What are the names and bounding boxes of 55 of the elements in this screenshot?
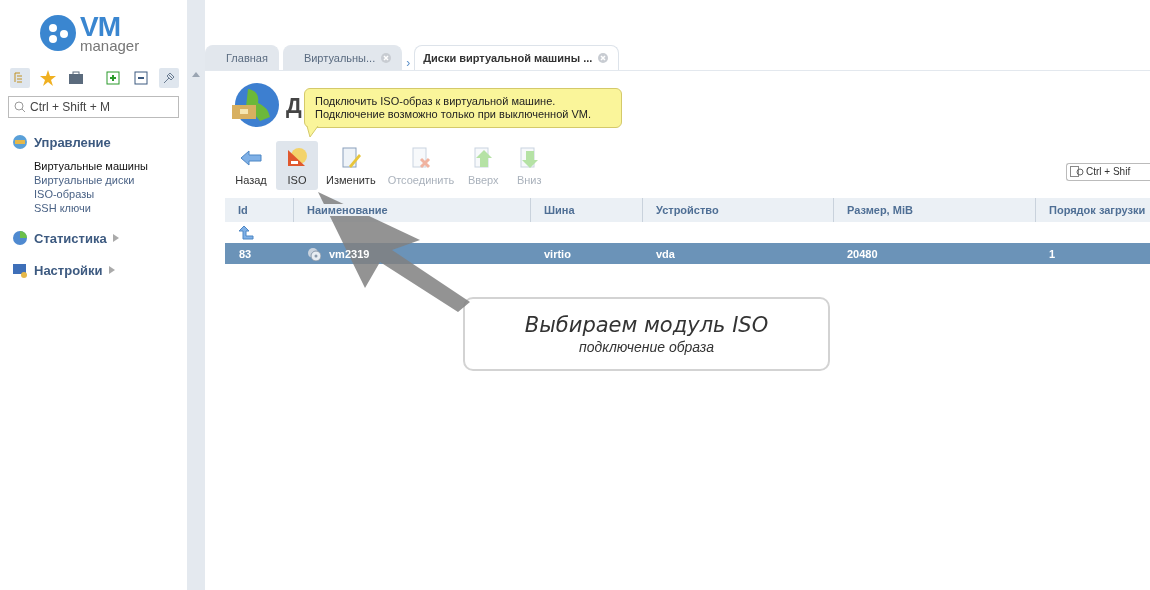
expand-caret-icon[interactable] bbox=[112, 234, 119, 242]
collapse-button[interactable] bbox=[131, 68, 151, 88]
table-row[interactable]: 83 vm2319 virtio vda 20480 1 bbox=[225, 243, 1150, 264]
close-icon[interactable] bbox=[381, 53, 392, 63]
search-icon bbox=[14, 101, 26, 113]
table-cell: 83 bbox=[239, 247, 252, 260]
section-title[interactable]: Настройки bbox=[34, 262, 103, 278]
column-header[interactable]: Устройство bbox=[656, 204, 719, 216]
search-field[interactable]: Ctrl + Shift + M bbox=[8, 96, 179, 118]
sidebar-item[interactable]: SSH ключи bbox=[34, 202, 187, 214]
grid-search-icon bbox=[1070, 165, 1084, 178]
logo-subtitle: manager bbox=[80, 38, 140, 53]
tab[interactable]: Виртуальны... bbox=[282, 45, 403, 70]
toolbar-button[interactable]: Назад bbox=[230, 141, 272, 190]
tree-view-button[interactable] bbox=[10, 68, 30, 88]
section-title[interactable]: Статистика bbox=[34, 230, 107, 246]
column-header[interactable]: Наименование bbox=[307, 204, 388, 216]
star-button[interactable] bbox=[38, 68, 58, 88]
callout-subtitle: подключение образа bbox=[579, 339, 714, 355]
sidebar-item[interactable]: Виртуальные диски bbox=[34, 174, 187, 186]
logo-icon bbox=[40, 15, 76, 51]
table-search-field[interactable]: Ctrl + Shif bbox=[1066, 162, 1150, 181]
toolbar-button[interactable]: ISO bbox=[276, 141, 318, 190]
sidebar-item[interactable]: Виртуальные машины bbox=[34, 160, 187, 172]
pin-button[interactable] bbox=[159, 68, 179, 88]
up-level-icon[interactable] bbox=[238, 225, 254, 240]
table-cell: 1 bbox=[1049, 247, 1056, 260]
pie-chart-icon bbox=[12, 230, 28, 246]
tab[interactable]: Главная bbox=[205, 45, 279, 70]
table-cell: vm2319 bbox=[329, 247, 370, 260]
globe-icon bbox=[12, 134, 28, 150]
tooltip-text: Подключение возможно только при выключенной VM. bbox=[315, 108, 593, 121]
logo-title: VM bbox=[80, 13, 121, 41]
section-title[interactable]: Управление bbox=[34, 134, 111, 150]
column-header[interactable]: Размер, MiB bbox=[847, 204, 913, 216]
expand-button[interactable] bbox=[103, 68, 123, 88]
table-cell: vda bbox=[656, 247, 675, 260]
breadcrumb-separator: › bbox=[406, 56, 411, 70]
table-cell: 20480 bbox=[847, 247, 878, 260]
tab[interactable]: Диски виртуальной машины ... bbox=[414, 45, 620, 70]
page-title: Д bbox=[286, 93, 302, 119]
column-header[interactable]: Порядок загрузки bbox=[1049, 204, 1146, 216]
callout-title: Выбираем модуль ISO bbox=[524, 313, 769, 337]
expand-caret-icon[interactable] bbox=[108, 266, 115, 274]
close-icon[interactable] bbox=[598, 53, 609, 63]
pin-icon bbox=[162, 71, 176, 85]
column-header[interactable]: Id bbox=[238, 204, 248, 216]
tooltip-text: Подключить ISO-образ к виртуальной машине. bbox=[315, 95, 557, 108]
table-cell: virtio bbox=[544, 247, 571, 260]
monitor-gear-icon bbox=[12, 262, 28, 278]
scroll-up-icon[interactable] bbox=[192, 72, 200, 77]
column-header[interactable]: Шина bbox=[544, 204, 575, 216]
toolbar-button[interactable]: Изменить bbox=[322, 141, 380, 190]
sidebar-item[interactable]: ISO-образы bbox=[34, 188, 187, 200]
discs-icon bbox=[307, 246, 321, 261]
